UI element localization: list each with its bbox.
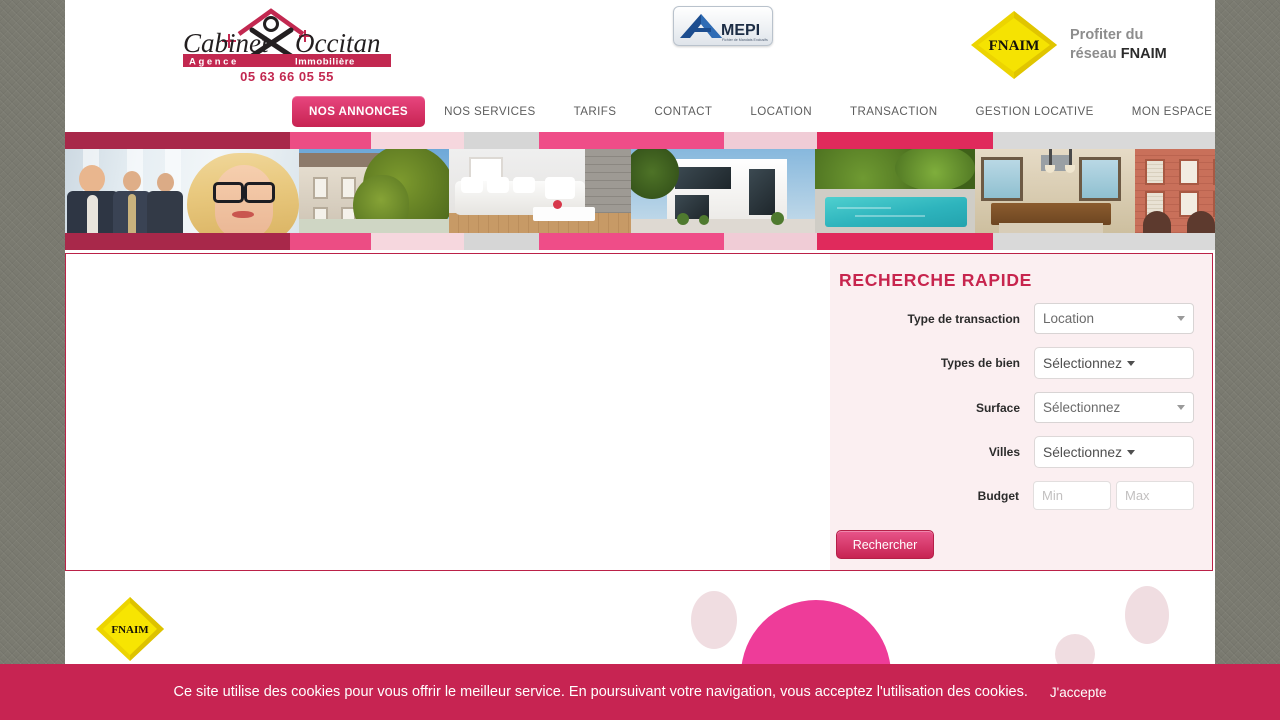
- banner-photo-brick-facade: [1135, 149, 1215, 233]
- label-surface: Surface: [975, 400, 1020, 415]
- search-submit-button[interactable]: Rechercher: [836, 530, 934, 559]
- field-row-surface: Surface Sélectionnez: [830, 392, 1194, 423]
- page-container: Cabinet Occitan Agence Immobilière 05 63…: [65, 0, 1215, 720]
- nav-item-tarifs[interactable]: TARIFS: [555, 97, 636, 126]
- site-logo[interactable]: Cabinet Occitan Agence Immobilière 05 63…: [167, 4, 407, 84]
- fnaim-diamond-icon: FNAIM: [971, 11, 1057, 79]
- agency-phone-number: 05 63 66 05 55: [240, 69, 334, 84]
- nav-item-location[interactable]: LOCATION: [731, 97, 831, 126]
- fnaim-tagline-line2: réseau FNAIM: [1070, 45, 1167, 64]
- footer-decoration: FNAIM: [65, 572, 1215, 666]
- banner-photo-modern-villa: [631, 149, 815, 233]
- banner-bottom-color-bands: [65, 233, 1215, 250]
- select-cities-value: Sélectionnez: [1043, 444, 1123, 460]
- field-row-transaction-type: Type de transaction Location: [830, 303, 1194, 334]
- field-row-budget: Budget: [830, 481, 1194, 510]
- banner-photo-strip: [65, 149, 1215, 233]
- amepi-logo[interactable]: MEPI Fichier de Mandats Exclusifs: [673, 6, 773, 46]
- logo-svg: Cabinet Occitan Agence Immobilière: [183, 8, 391, 68]
- main-navigation: NOS ANNONCES NOS SERVICES TARIFS CONTACT…: [292, 95, 1231, 127]
- select-cities[interactable]: Sélectionnez: [1034, 436, 1194, 468]
- quick-search-title: RECHERCHE RAPIDE: [839, 270, 1033, 290]
- content-panel: RECHERCHE RAPIDE Type de transaction Loc…: [65, 253, 1213, 571]
- deco-circle-1: [691, 591, 737, 649]
- site-header: Cabinet Occitan Agence Immobilière 05 63…: [65, 0, 1215, 94]
- select-surface-value: Sélectionnez: [1043, 400, 1121, 415]
- listings-area: [66, 254, 830, 570]
- chevron-down-icon: [1177, 316, 1185, 321]
- select-property-type[interactable]: Sélectionnez: [1034, 347, 1194, 379]
- cookie-accept-link[interactable]: J'accepte: [1050, 685, 1107, 700]
- label-cities: Villes: [988, 445, 1020, 459]
- budget-max-input[interactable]: [1116, 481, 1194, 510]
- budget-min-input[interactable]: [1033, 481, 1111, 510]
- select-transaction-type-value: Location: [1043, 311, 1095, 326]
- label-transaction-type: Type de transaction: [907, 311, 1020, 326]
- nav-item-nos-annonces[interactable]: NOS ANNONCES: [292, 95, 426, 127]
- deco-circle-4: [1055, 634, 1095, 666]
- fnaim-footer-badge[interactable]: FNAIM: [92, 596, 168, 666]
- fnaim-tagline: Profiter du réseau FNAIM: [1070, 26, 1167, 63]
- chevron-down-icon: [1177, 405, 1185, 410]
- nav-item-mon-espace[interactable]: MON ESPACE: [1113, 97, 1231, 126]
- banner-photo-living-room: [449, 149, 631, 233]
- label-budget: Budget: [977, 488, 1019, 503]
- svg-text:FNAIM: FNAIM: [111, 624, 149, 636]
- nav-item-transaction[interactable]: TRANSACTION: [831, 97, 957, 126]
- svg-text:MEPI: MEPI: [721, 22, 760, 39]
- select-transaction-type[interactable]: Location: [1034, 303, 1194, 334]
- svg-text:Cabinet: Cabinet: [183, 28, 270, 58]
- banner-photo-ivy-house: [299, 149, 449, 233]
- fnaim-tagline-prefix: réseau: [1070, 46, 1121, 62]
- banner-photo-kitchen: [975, 149, 1135, 233]
- svg-text:FNAIM: FNAIM: [989, 38, 1040, 54]
- budget-inputs: [1033, 481, 1194, 510]
- chevron-down-icon: [1127, 360, 1136, 366]
- select-property-type-value: Sélectionnez: [1043, 355, 1123, 371]
- banner-photo-business-team: [65, 149, 299, 233]
- svg-text:Fichier de Mandats Exclusifs: Fichier de Mandats Exclusifs: [722, 38, 768, 42]
- field-row-property-type: Types de bien Sélectionnez: [830, 347, 1194, 379]
- select-surface[interactable]: Sélectionnez: [1034, 392, 1194, 423]
- field-row-cities: Villes Sélectionnez: [830, 436, 1194, 468]
- fnaim-badge-icon: FNAIM: [96, 597, 164, 661]
- deco-circle-3: [741, 600, 891, 666]
- fnaim-header-logo[interactable]: FNAIM Profiter du réseau FNAIM: [968, 8, 1167, 82]
- banner-top-color-bands: [65, 132, 1215, 149]
- amepi-logo-svg: MEPI Fichier de Mandats Exclusifs: [680, 14, 768, 42]
- nav-item-nos-services[interactable]: NOS SERVICES: [425, 97, 555, 126]
- fnaim-tagline-brand: FNAIM: [1120, 46, 1167, 62]
- fnaim-tagline-line1: Profiter du: [1070, 27, 1144, 44]
- nav-item-contact[interactable]: CONTACT: [635, 97, 731, 126]
- nav-item-gestion-locative[interactable]: GESTION LOCATIVE: [957, 97, 1113, 126]
- label-property-type: Types de bien: [940, 356, 1020, 370]
- svg-text:Immobilière: Immobilière: [295, 57, 355, 68]
- quick-search-panel: RECHERCHE RAPIDE Type de transaction Loc…: [830, 254, 1212, 570]
- svg-text:Occitan: Occitan: [295, 28, 380, 58]
- cookie-message: Ce site utilise des cookies pour vous of…: [173, 684, 1028, 700]
- deco-circle-5: [1125, 586, 1169, 644]
- cookie-consent-bar: Ce site utilise des cookies pour vous of…: [0, 664, 1280, 720]
- chevron-down-icon: [1127, 449, 1136, 455]
- cabinet-occitan-logo-art: Cabinet Occitan Agence Immobilière: [167, 4, 407, 70]
- svg-text:Agence: Agence: [189, 57, 239, 68]
- hero-banner: [65, 132, 1215, 250]
- banner-photo-swimming-pool: [815, 149, 975, 233]
